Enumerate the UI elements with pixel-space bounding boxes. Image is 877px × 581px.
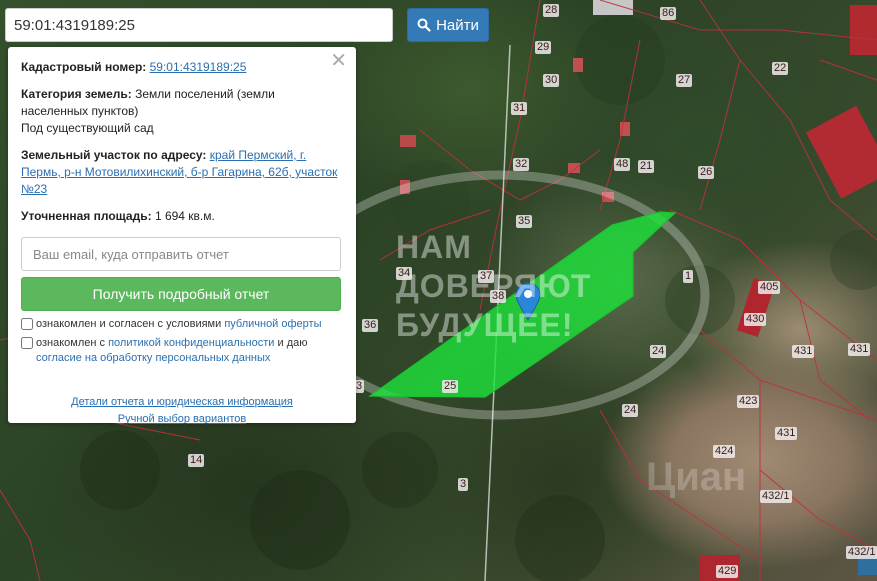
area-value: 1 694 кв.м.	[154, 209, 215, 223]
cadastral-label: Кадастровый номер:	[21, 60, 147, 74]
category-label: Категория земель:	[21, 87, 132, 101]
search-input[interactable]	[5, 8, 393, 42]
plot-label: 423	[737, 395, 760, 408]
plot-label: 24	[622, 404, 639, 417]
search-icon	[417, 18, 431, 32]
plot-label: 432/1	[846, 546, 877, 559]
plot-label: 430	[744, 313, 767, 326]
plot-label: 424	[713, 445, 736, 458]
watermark-text: НАМ ДОВЕРЯЮТ БУДУЩЕЕ!	[396, 228, 591, 345]
area-label: Уточненная площадь:	[21, 209, 152, 223]
plot-label: 48	[614, 158, 631, 171]
plot-label: 30	[543, 74, 560, 87]
plot-label: 24	[650, 345, 667, 358]
plot-label: 431	[792, 345, 815, 358]
consent-privacy-text: ознакомлен с политикой конфиденциальност…	[36, 336, 343, 366]
plot-label: 38	[490, 290, 507, 303]
consent-offer-row: ознакомлен и согласен с условиями публич…	[21, 317, 343, 332]
plot-label: 429	[716, 565, 739, 578]
plot-label: 432/1	[760, 490, 792, 503]
privacy-policy-link[interactable]: политикой конфиденциальности	[108, 337, 274, 349]
plot-label: 1	[683, 270, 694, 283]
manual-selection-link[interactable]: Ручной выбор вариантов	[118, 413, 246, 425]
plot-label: 21	[638, 160, 655, 173]
get-report-button[interactable]: Получить подробный отчет	[21, 277, 341, 311]
bottom-links: Детали отчета и юридическая информация Р…	[21, 394, 343, 428]
consent-offer-checkbox[interactable]	[21, 318, 33, 330]
watermark-line-1: НАМ	[396, 229, 472, 265]
plot-label: 14	[188, 454, 205, 467]
search-button-label: Найти	[436, 16, 479, 34]
watermark-line-3: БУДУЩЕЕ!	[396, 307, 574, 343]
plot-label: 37	[478, 270, 495, 283]
consent-offer-prefix: ознакомлен и согласен с условиями	[36, 318, 225, 330]
consent-privacy-row: ознакомлен с политикой конфиденциальност…	[21, 336, 343, 366]
consent-privacy-checkbox[interactable]	[21, 337, 33, 349]
cadastral-row: Кадастровый номер: 59:01:4319189:25	[21, 59, 343, 76]
plot-label: 36	[362, 319, 379, 332]
info-panel: ✕ Кадастровый номер: 59:01:4319189:25 Ка…	[8, 47, 356, 425]
address-label: Земельный участок по адресу:	[21, 148, 207, 162]
plot-label: 32	[513, 158, 530, 171]
consent-offer-text: ознакомлен и согласен с условиями публич…	[36, 317, 322, 332]
consent-privacy-prefix: ознакомлен с	[36, 337, 109, 349]
close-icon[interactable]: ✕	[330, 51, 347, 71]
search-button[interactable]: Найти	[407, 8, 489, 42]
consent-privacy-mid: и даю	[274, 337, 308, 349]
area-row: Уточненная площадь: 1 694 кв.м.	[21, 208, 343, 225]
report-details-link[interactable]: Детали отчета и юридическая информация	[71, 396, 293, 408]
plot-label: 27	[676, 74, 693, 87]
plot-label: 86	[660, 7, 677, 20]
email-input[interactable]	[21, 237, 341, 271]
category-use: Под существующий сад	[21, 121, 154, 135]
plot-label: 34	[396, 267, 413, 280]
plot-label: 28	[543, 4, 560, 17]
plot-label: 405	[758, 281, 781, 294]
bottom-watermark: Циан	[646, 455, 747, 499]
public-offer-link[interactable]: публичной оферты	[224, 318, 321, 330]
cadastral-link[interactable]: 59:01:4319189:25	[150, 60, 247, 74]
plot-label: 31	[511, 102, 528, 115]
category-row: Категория земель: Земли поселений (земли…	[21, 86, 343, 137]
plot-label: 3	[458, 478, 469, 491]
plot-label: 29	[535, 41, 552, 54]
plot-label: 35	[516, 215, 533, 228]
plot-label: 431	[848, 343, 871, 356]
plot-label: 22	[772, 62, 789, 75]
plot-label: 431	[775, 427, 798, 440]
plot-label: 26	[698, 166, 715, 179]
address-row: Земельный участок по адресу: край Пермск…	[21, 147, 343, 198]
plot-label: 25	[442, 380, 459, 393]
personal-data-consent-link[interactable]: согласие на обработку персональных данны…	[36, 352, 270, 364]
